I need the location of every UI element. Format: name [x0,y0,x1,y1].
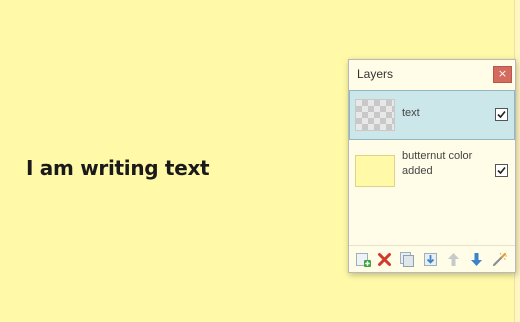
close-button[interactable]: × [493,66,512,83]
layer-item-text[interactable]: text [349,90,515,140]
layer-name: text [402,107,420,119]
delete-layer-icon[interactable] [376,251,393,268]
layers-panel-title: Layers [357,67,394,81]
checkmark-icon [497,110,506,119]
layer-name: butternut color added [402,150,473,177]
layers-toolbar [349,245,515,272]
duplicate-layer-icon[interactable] [399,251,416,268]
canvas-text: I am writing text [26,156,210,180]
layers-panel: Layers × text butternut color added [348,59,516,273]
layer-properties-icon[interactable] [491,251,508,268]
layer-visibility-checkbox[interactable] [495,164,508,177]
move-layer-up-icon[interactable] [445,251,462,268]
move-layer-down-icon[interactable] [468,251,485,268]
checkmark-icon [497,166,506,175]
layer-visibility-checkbox[interactable] [495,108,508,121]
merge-layer-down-icon[interactable] [422,251,439,268]
layers-panel-header[interactable]: Layers × [349,60,515,88]
add-layer-icon[interactable] [355,251,372,268]
layer-thumbnail [355,99,395,131]
close-icon: × [497,67,508,80]
layer-item-butternut[interactable]: butternut color added [349,146,515,196]
layer-list: text butternut color added [349,90,515,202]
layer-thumbnail [355,155,395,187]
